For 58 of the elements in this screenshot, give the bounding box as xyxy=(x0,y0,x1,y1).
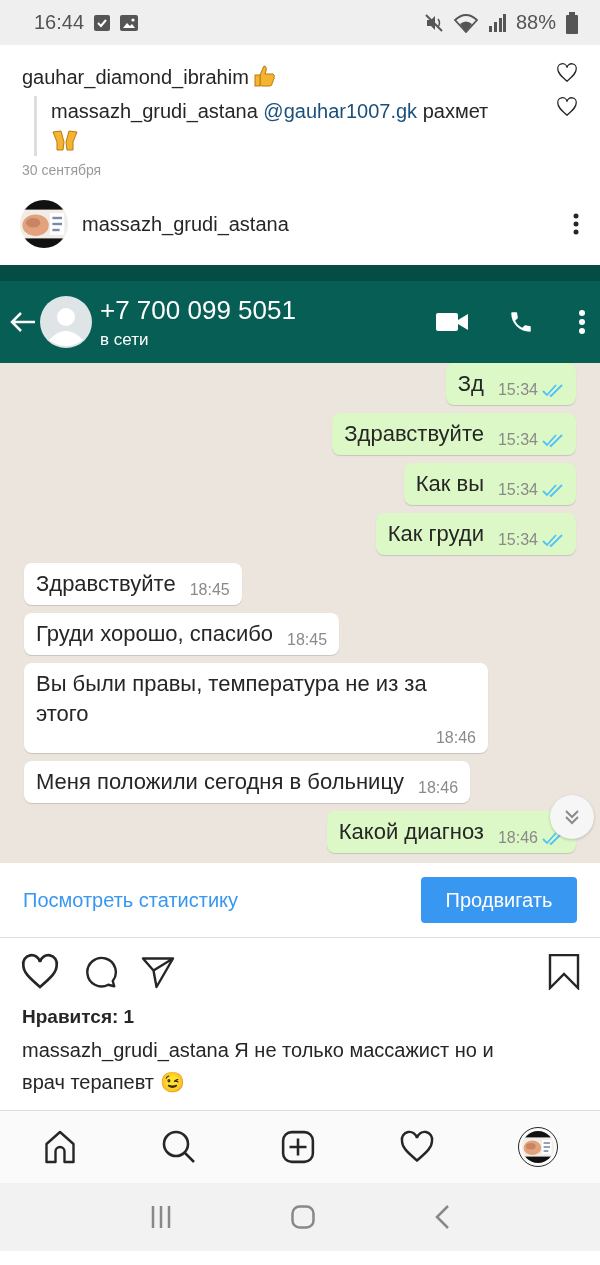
activity-icon[interactable] xyxy=(398,1129,435,1165)
battery-percent: 88% xyxy=(515,11,556,34)
add-post-icon[interactable] xyxy=(281,1130,315,1164)
message-text: Вы были правы, температура не из за этого xyxy=(36,670,428,728)
send-icon[interactable] xyxy=(140,954,176,990)
message-text: Как вы xyxy=(415,470,484,498)
contact-number: +7 700 099 5051 xyxy=(100,294,297,326)
wifi-icon xyxy=(453,12,478,33)
clock: 16:44 xyxy=(34,11,85,34)
back-icon[interactable] xyxy=(434,1204,451,1230)
checkbox-icon xyxy=(94,14,111,31)
comment-date: 30 сентября xyxy=(22,162,102,178)
message-text: Зд xyxy=(457,370,484,398)
message-time: 18:45 xyxy=(189,581,230,599)
video-camera-icon[interactable] xyxy=(436,312,468,332)
bookmark-icon[interactable] xyxy=(548,954,580,990)
signal-icon xyxy=(487,13,506,32)
phone-icon[interactable] xyxy=(508,309,534,335)
likes-count[interactable]: Нравится: 1 xyxy=(0,1006,157,1028)
double-check-icon xyxy=(542,383,564,397)
avatar-icon xyxy=(40,296,92,348)
battery-icon xyxy=(566,11,578,34)
more-icon[interactable] xyxy=(572,212,580,236)
mention-link[interactable]: @gauhar1007.gk xyxy=(263,100,418,122)
message-text: Здравствуйте xyxy=(36,570,176,598)
post-caption: massazh_grudi_astana Я не только массажист но и врач терапевт 😉 xyxy=(22,1039,494,1093)
recent-apps-icon[interactable] xyxy=(149,1205,172,1229)
message-text: Какой диагноз xyxy=(338,818,484,846)
message-time: 18:45 xyxy=(287,631,328,649)
message-time: 15:34 xyxy=(497,381,564,399)
message-time: 18:46 xyxy=(497,829,564,847)
home-button-icon[interactable] xyxy=(291,1205,315,1229)
double-check-icon xyxy=(542,533,564,547)
back-arrow-icon[interactable] xyxy=(10,311,36,333)
message-time: 15:34 xyxy=(497,431,564,449)
message-text: Меня положили сегодня в больницу xyxy=(36,768,404,796)
mute-icon xyxy=(423,12,444,33)
more-icon[interactable] xyxy=(578,309,586,335)
double-check-icon xyxy=(542,433,564,447)
scroll-down-button[interactable] xyxy=(550,795,594,839)
message-time: 18:46 xyxy=(418,779,459,797)
chevrons-down-icon xyxy=(563,808,581,826)
raised-hands-icon xyxy=(51,128,79,152)
message-text: Здравствуйте xyxy=(344,420,484,448)
image-icon xyxy=(120,14,139,31)
message-time: 15:34 xyxy=(497,481,564,499)
like-icon[interactable] xyxy=(556,62,578,84)
like-icon[interactable] xyxy=(556,96,578,118)
online-status: в сети xyxy=(100,329,149,350)
thumbs-up-icon xyxy=(254,64,277,88)
comment-text: massazh_grudi_astana @gauhar1007.gk рахмет xyxy=(51,100,489,122)
post-username[interactable]: massazh_grudi_astana xyxy=(82,212,558,236)
comment-text: gauhar_diamond_ibrahim xyxy=(22,66,249,88)
message-time: 15:34 xyxy=(497,531,564,549)
message-text: Груди хорошо, спасибо xyxy=(36,620,273,648)
double-check-icon xyxy=(542,483,564,497)
message-text: Как груди xyxy=(387,520,484,548)
message-time: 18:46 xyxy=(435,729,476,747)
